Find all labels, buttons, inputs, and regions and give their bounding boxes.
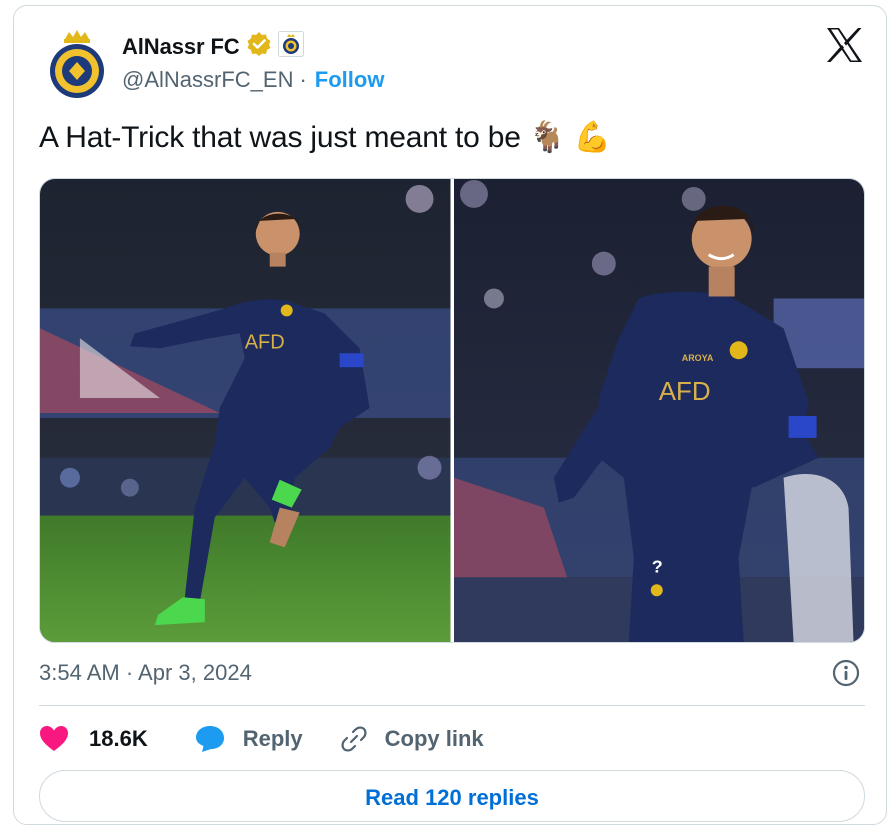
flexed-biceps-emoji: 💪: [573, 120, 611, 155]
media-photo-2[interactable]: AFD AROYA ?: [453, 179, 864, 642]
tweet-timestamp[interactable]: 3:54 AM · Apr 3, 2024: [39, 660, 252, 686]
shirt-text-1: AFD: [245, 331, 285, 353]
account-handle[interactable]: @AlNassrFC_EN: [122, 67, 293, 93]
follow-button[interactable]: Follow: [315, 67, 385, 93]
reply-label: Reply: [242, 726, 303, 751]
x-logo-icon[interactable]: [824, 26, 864, 64]
sponsor-text: AROYA: [681, 353, 713, 363]
goat-emoji: 🐐: [528, 120, 566, 155]
reply-bubble-icon: [195, 724, 225, 754]
like-button[interactable]: 18.6K: [39, 724, 148, 754]
copy-link-label: Copy link: [384, 726, 484, 751]
copy-link-button[interactable]: Copy link: [339, 724, 484, 754]
read-replies-button[interactable]: Read 120 replies: [39, 770, 865, 822]
account-avatar[interactable]: [39, 26, 115, 102]
reply-button[interactable]: Reply: [195, 724, 303, 754]
like-count: 18.6K: [89, 726, 148, 751]
account-handle-row: @AlNassrFC_EN · Follow: [122, 67, 384, 93]
link-icon: [339, 724, 369, 754]
verified-badge-icon: [246, 31, 272, 63]
club-logo: [39, 26, 115, 102]
heart-icon: [39, 724, 69, 754]
handle-separator: ·: [299, 67, 307, 92]
shirt-text-2: AFD: [658, 378, 710, 406]
tweet-media: AFD AFD AROYA ?: [39, 178, 865, 643]
tweet-actions: 18.6K Reply Copy link: [39, 723, 484, 755]
info-icon[interactable]: [832, 659, 860, 687]
read-replies-label: Read 120 replies: [365, 785, 539, 810]
club-crest-icon: [277, 31, 304, 63]
tweet-text: A Hat-Trick that was just meant to be 🐐 …: [39, 120, 611, 155]
tweet-body: A Hat-Trick that was just meant to be: [39, 120, 521, 154]
account-name-row[interactable]: AlNassr FC: [122, 31, 304, 63]
account-name[interactable]: AlNassr FC: [122, 34, 240, 60]
divider: [39, 705, 865, 706]
svg-text:?: ?: [651, 556, 662, 576]
media-photo-1[interactable]: AFD: [40, 179, 451, 642]
